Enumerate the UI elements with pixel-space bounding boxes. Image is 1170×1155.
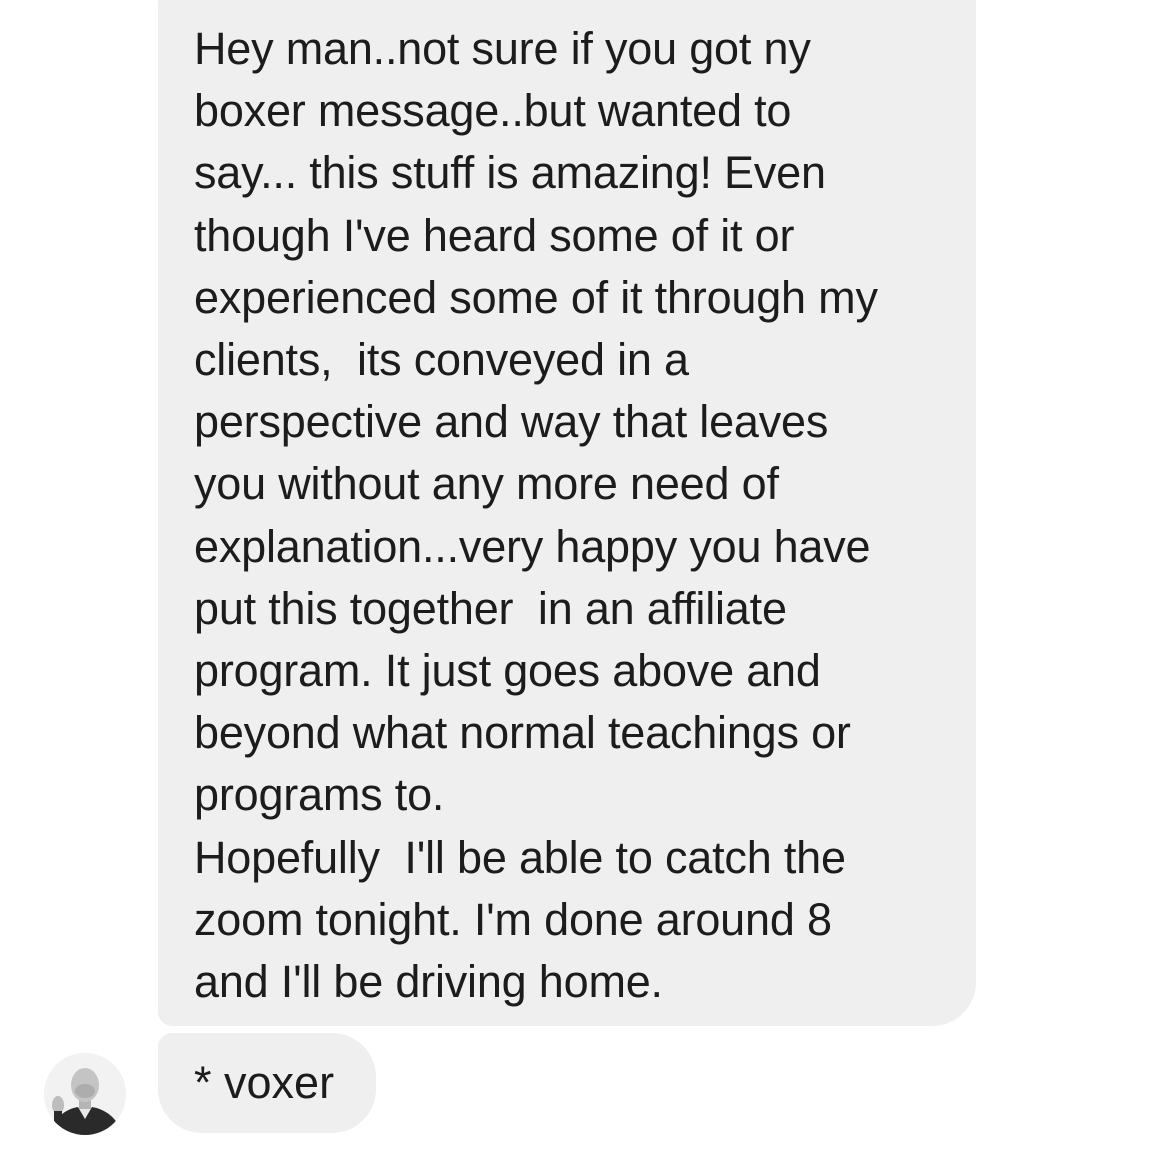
message-line: put this together in an affiliate: [194, 582, 787, 634]
message-bubble-main[interactable]: Hey man..not sure if you got ny boxer me…: [158, 0, 976, 1026]
message-thread: Hey man..not sure if you got ny boxer me…: [0, 0, 1170, 1155]
message-line: say... this stuff is amazing! Even: [194, 147, 826, 199]
followup-text: * voxer: [194, 1057, 335, 1108]
message-line: experienced some of it through my: [194, 271, 878, 323]
message-line: boxer message..but wanted to: [194, 85, 792, 137]
message-line: explanation...very happy you have: [194, 520, 871, 572]
message-line: and I'll be driving home.: [194, 956, 663, 1008]
message-line: though I've heard some of it or: [194, 209, 795, 261]
message-line: you without any more need of: [194, 458, 779, 510]
message-line: beyond what normal teachings or: [194, 707, 851, 759]
sender-avatar[interactable]: [44, 1053, 126, 1135]
message-line: program. It just goes above and: [194, 645, 821, 697]
message-line: Hopefully I'll be able to catch the: [194, 831, 846, 883]
message-line: perspective and way that leaves: [194, 396, 829, 448]
user-avatar-photo-icon: [44, 1053, 126, 1135]
message-line: Hey man..not sure if you got ny: [194, 23, 811, 74]
message-line: zoom tonight. I'm done around 8: [194, 893, 832, 945]
message-bubble-followup[interactable]: * voxer: [158, 1033, 376, 1133]
message-line: clients, its conveyed in a: [194, 334, 689, 386]
message-line: programs to.: [194, 769, 445, 821]
